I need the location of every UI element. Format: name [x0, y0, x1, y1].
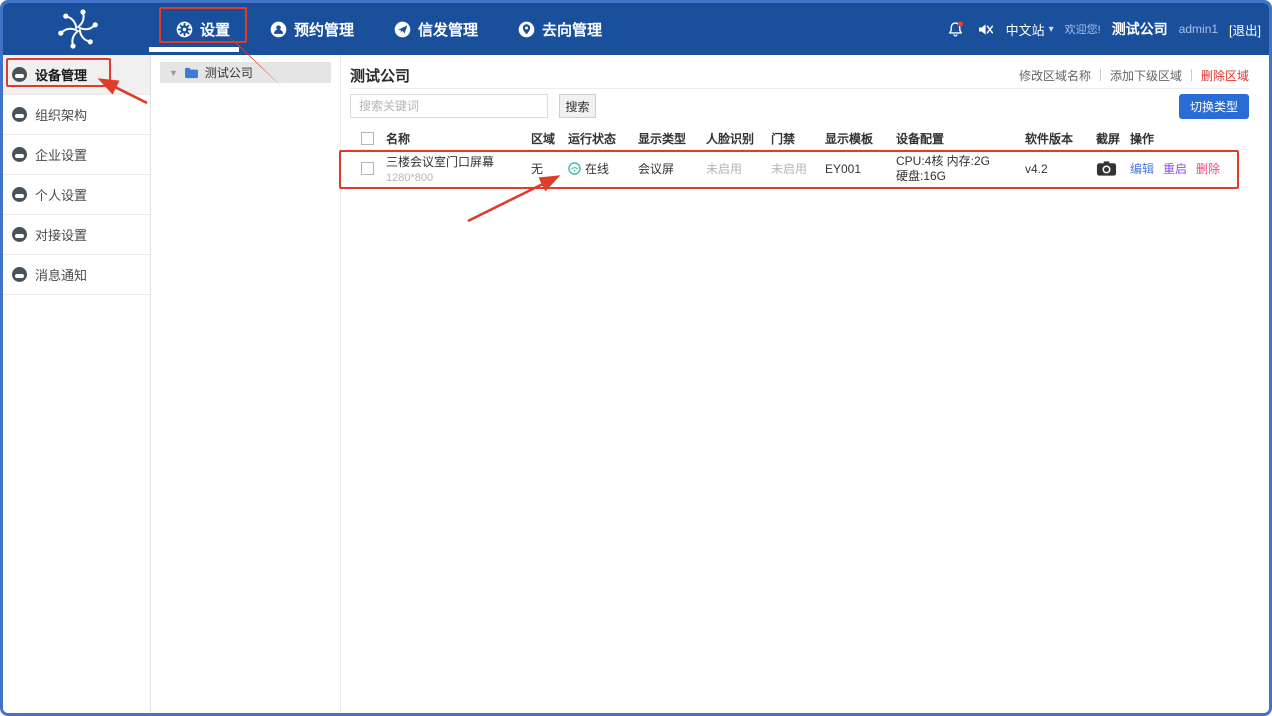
restart-link[interactable]: 重启	[1163, 160, 1187, 177]
sidebar-item-integration-settings[interactable]: 对接设置	[3, 215, 150, 255]
chevron-down-icon: ▾	[1049, 24, 1054, 35]
tab-settings-label: 设置	[200, 19, 230, 40]
device-region: 无	[531, 160, 568, 177]
language-label: 中文站	[1006, 20, 1045, 39]
notification-bell-icon[interactable]	[946, 20, 965, 39]
gear-icon	[176, 21, 193, 38]
device-config-line2: 硬盘:16G	[896, 169, 1025, 184]
device-status-cell: 在线	[568, 160, 638, 177]
cloud-circle-icon	[12, 147, 27, 162]
add-subregion-link[interactable]: 添加下级区域	[1101, 67, 1191, 84]
delete-region-link[interactable]: 删除区域	[1192, 67, 1249, 84]
sidebar-item-enterprise-settings[interactable]: 企业设置	[3, 135, 150, 175]
app-logo	[3, 7, 153, 51]
col-header-door: 门禁	[771, 130, 825, 147]
speaker-muted-icon[interactable]	[976, 20, 995, 39]
tab-reservation[interactable]: 预约管理	[250, 3, 374, 55]
select-all-checkbox[interactable]	[361, 132, 374, 145]
sidebar-item-label: 设备管理	[35, 65, 87, 84]
device-config-cell: CPU:4核 内存:2G 硬盘:16G	[896, 154, 1025, 184]
edit-link[interactable]: 编辑	[1130, 160, 1154, 177]
navbar: 设置 预约管理 信发管理	[3, 3, 1269, 55]
sidebar-item-personal-settings[interactable]: 个人设置	[3, 175, 150, 215]
sidebar-item-label: 个人设置	[35, 185, 87, 204]
paper-plane-icon	[394, 21, 411, 38]
device-name-cell: 三楼会议室门口屏幕 1280*800	[386, 153, 531, 184]
cloud-circle-icon	[12, 227, 27, 242]
tab-publishing-label: 信发管理	[418, 19, 478, 40]
col-header-actions: 操作	[1130, 130, 1249, 147]
tree-node-company[interactable]: ▼ 测试公司	[160, 62, 331, 83]
sidebar: 设备管理 组织架构 企业设置 个人设置 对接设置 消息通知	[3, 55, 151, 713]
switch-type-button[interactable]: 切换类型	[1179, 94, 1249, 119]
main-header: 测试公司 修改区域名称 添加下级区域 删除区域	[350, 62, 1249, 89]
device-face-recognition: 未启用	[706, 160, 771, 177]
tab-direction[interactable]: 去向管理	[498, 3, 622, 55]
col-header-name: 名称	[386, 130, 531, 147]
language-selector[interactable]: 中文站 ▾	[1006, 20, 1054, 39]
cloud-circle-icon	[12, 187, 27, 202]
device-config-line1: CPU:4核 内存:2G	[896, 154, 1025, 169]
device-table: 名称 区域 运行状态 显示类型 人脸识别 门禁 显示模板 设备配置 软件版本 截…	[350, 128, 1249, 188]
device-name: 三楼会议室门口屏幕	[386, 153, 531, 170]
company-name: 测试公司	[1112, 19, 1168, 39]
device-display-type: 会议屏	[638, 160, 706, 177]
tab-reservation-label: 预约管理	[294, 19, 354, 40]
region-tree-panel: ▼ 测试公司	[151, 55, 341, 713]
tab-publishing[interactable]: 信发管理	[374, 3, 498, 55]
device-display-template: EY001	[825, 162, 896, 176]
tree-node-label: 测试公司	[205, 64, 253, 81]
col-header-template: 显示模板	[825, 130, 896, 147]
sidebar-item-organization[interactable]: 组织架构	[3, 95, 150, 135]
camera-icon[interactable]	[1096, 160, 1117, 177]
cloud-circle-icon	[12, 107, 27, 122]
content-area: 设备管理 组织架构 企业设置 个人设置 对接设置 消息通知	[3, 55, 1269, 713]
person-icon	[270, 21, 287, 38]
sidebar-item-label: 消息通知	[35, 265, 87, 284]
notification-badge	[957, 21, 962, 26]
sidebar-item-label: 企业设置	[35, 145, 87, 164]
table-header-row: 名称 区域 运行状态 显示类型 人脸识别 门禁 显示模板 设备配置 软件版本 截…	[350, 128, 1249, 150]
sidebar-item-label: 对接设置	[35, 225, 87, 244]
online-status-icon	[568, 162, 581, 175]
current-username: admin1	[1179, 22, 1218, 36]
cloud-circle-icon	[12, 267, 27, 282]
page-title: 测试公司	[350, 65, 410, 86]
sidebar-item-device-management[interactable]: 设备管理	[3, 55, 150, 95]
col-header-display-type: 显示类型	[638, 130, 706, 147]
col-header-version: 软件版本	[1025, 130, 1096, 147]
main-panel: 测试公司 修改区域名称 添加下级区域 删除区域 搜索 切换类型 名称	[341, 55, 1269, 713]
rename-region-link[interactable]: 修改区域名称	[1010, 67, 1100, 84]
device-resolution: 1280*800	[386, 172, 531, 184]
welcome-text: 欢迎您!	[1065, 21, 1101, 37]
delete-link[interactable]: 删除	[1196, 160, 1220, 177]
col-header-face: 人脸识别	[706, 130, 771, 147]
app-window: 设置 预约管理 信发管理	[0, 0, 1272, 716]
table-row: 三楼会议室门口屏幕 1280*800 无 在线 会议屏 未启用	[350, 150, 1249, 188]
logo-icon	[56, 7, 100, 51]
row-actions: 编辑 重启 删除	[1130, 160, 1249, 177]
row-checkbox[interactable]	[361, 162, 374, 175]
location-pin-icon	[518, 21, 535, 38]
col-header-status: 运行状态	[568, 130, 638, 147]
col-header-screenshot: 截屏	[1096, 130, 1130, 147]
logout-button[interactable]: [退出]	[1229, 20, 1261, 39]
active-tab-indicator	[149, 47, 239, 52]
col-header-region: 区域	[531, 130, 568, 147]
search-input[interactable]	[350, 94, 548, 118]
cloud-circle-icon	[12, 67, 27, 82]
region-actions: 修改区域名称 添加下级区域 删除区域	[1010, 67, 1249, 84]
folder-icon	[184, 67, 199, 79]
sidebar-item-message-notification[interactable]: 消息通知	[3, 255, 150, 295]
triangle-down-icon[interactable]: ▼	[169, 68, 178, 78]
device-access-control: 未启用	[771, 160, 825, 177]
device-software-version: v4.2	[1025, 162, 1096, 176]
navbar-right: 中文站 ▾ 欢迎您! 测试公司 admin1 [退出]	[946, 19, 1269, 39]
sidebar-item-label: 组织架构	[35, 105, 87, 124]
tab-direction-label: 去向管理	[542, 19, 602, 40]
device-status-label: 在线	[585, 160, 609, 177]
search-button[interactable]: 搜索	[559, 94, 596, 118]
toolbar: 搜索 切换类型	[350, 94, 1249, 118]
col-header-config: 设备配置	[896, 130, 1025, 147]
